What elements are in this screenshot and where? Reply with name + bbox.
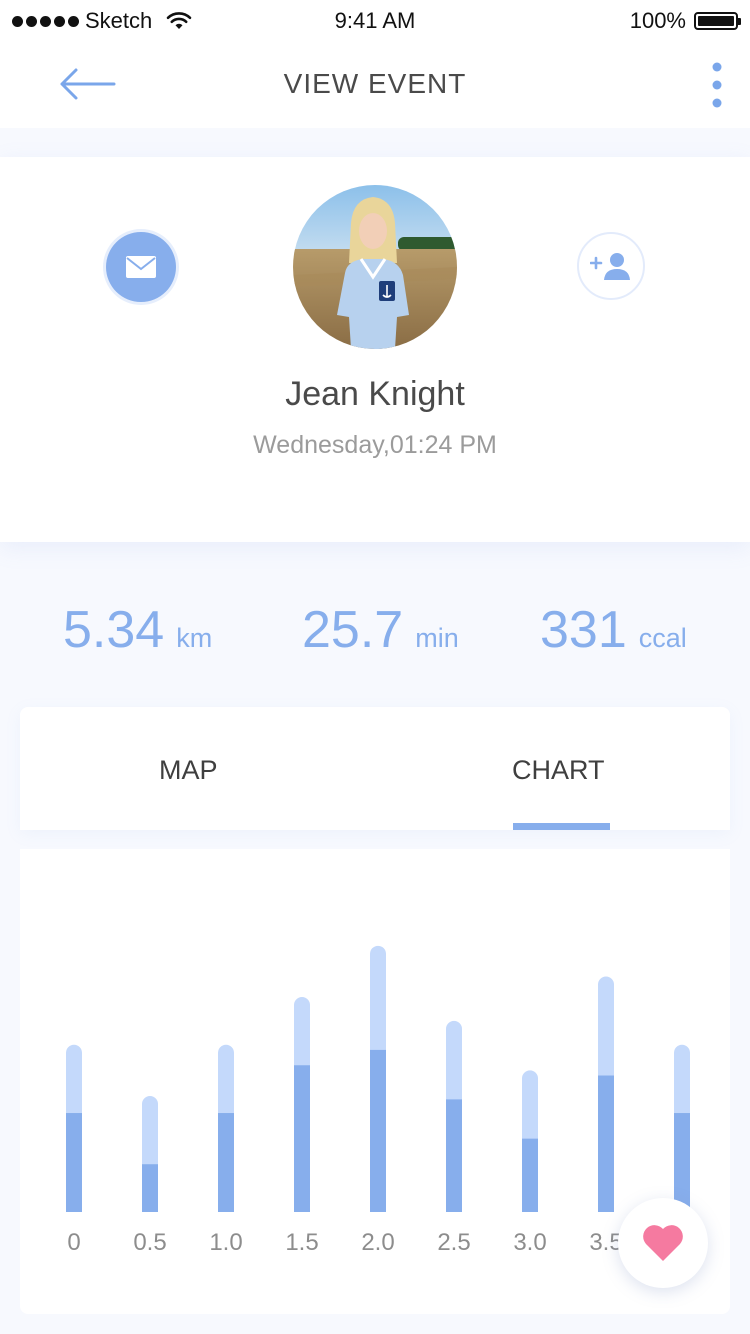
status-bar: Sketch 9:41 AM 100% — [0, 0, 750, 42]
like-button[interactable] — [618, 1198, 708, 1288]
battery-icon — [694, 12, 741, 30]
x-tick-label: 0.5 — [133, 1229, 166, 1256]
stat-duration-unit: min — [415, 623, 459, 653]
bar-value-3 — [294, 1065, 310, 1212]
stat-distance-unit: km — [176, 623, 213, 653]
x-tick-label: 2.5 — [437, 1229, 470, 1256]
avatar[interactable] — [293, 185, 457, 349]
add-user-button[interactable] — [577, 232, 645, 300]
profile-card: Jean Knight Wednesday,01:24 PM — [0, 157, 750, 542]
x-tick-label: 2.0 — [361, 1229, 394, 1256]
bar-value-7 — [598, 1075, 614, 1212]
stat-distance-value: 5.34 — [63, 601, 165, 659]
profile-name: Jean Knight — [285, 375, 465, 413]
x-tick-label: 3.0 — [513, 1229, 546, 1256]
stat-duration-value: 25.7 — [302, 601, 404, 659]
status-right: 100% — [629, 8, 741, 34]
tab-map[interactable]: MAP — [159, 755, 218, 786]
bar-value-4 — [370, 1049, 386, 1212]
bar-value-5 — [446, 1099, 462, 1212]
avatar-photo — [293, 185, 457, 349]
tab-chart[interactable]: CHART — [512, 755, 605, 786]
event-datetime: Wednesday,01:24 PM — [253, 431, 497, 459]
nav-bar: VIEW EVENT — [0, 42, 750, 128]
mail-button[interactable] — [106, 232, 176, 302]
x-tick-label: 0 — [67, 1229, 80, 1256]
bar-value-1 — [142, 1164, 158, 1212]
active-tab-indicator — [513, 823, 610, 830]
stat-distance: 5.34 km — [63, 600, 212, 660]
x-tick-label: 1.0 — [209, 1229, 242, 1256]
heart-icon — [643, 1225, 683, 1261]
more-options-button[interactable] — [710, 60, 724, 110]
battery-percent: 100% — [629, 8, 686, 33]
view-tabs: MAP CHART — [20, 707, 730, 830]
add-user-icon — [590, 253, 630, 280]
page-title: VIEW EVENT — [283, 68, 467, 99]
stat-duration: 25.7 min — [302, 600, 459, 660]
bar-value-8 — [674, 1113, 690, 1212]
bar-value-6 — [522, 1138, 538, 1212]
stat-calories: 331 ccal — [540, 600, 687, 660]
stat-calories-unit: ccal — [638, 623, 687, 653]
more-vertical-icon — [712, 62, 722, 108]
bar-value-0 — [66, 1113, 82, 1212]
mail-icon — [126, 256, 156, 278]
stat-calories-value: 331 — [540, 601, 627, 659]
event-stats: 5.34 km 25.7 min 331 ccal — [0, 600, 750, 670]
x-tick-label: 1.5 — [285, 1229, 318, 1256]
bar-value-2 — [218, 1113, 234, 1212]
